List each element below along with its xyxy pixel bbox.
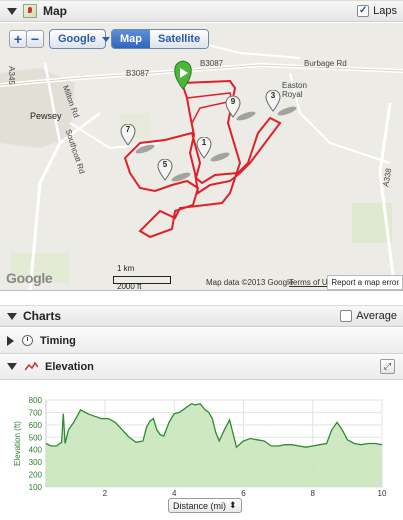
average-toggle[interactable]: Average — [340, 310, 397, 322]
clock-icon — [22, 335, 33, 346]
zoom-in-button[interactable]: + — [9, 30, 27, 48]
scale-ft-label: 2000 ft — [117, 282, 142, 291]
laps-label: Laps — [373, 5, 397, 17]
lap-marker-7[interactable]: 7 — [120, 123, 136, 146]
x-axis-dropdown[interactable]: Distance (mi) ⬍ — [168, 498, 242, 513]
road-label-a345: A345 — [6, 66, 16, 85]
elevation-section-header[interactable]: Elevation ⤢ — [0, 354, 403, 380]
map-road — [378, 102, 397, 290]
map-type-satellite-button[interactable]: Satellite — [150, 30, 209, 48]
y-tick-label: 500 — [29, 433, 43, 442]
place-label-pewsey: Pewsey — [30, 111, 62, 121]
y-tick-label: 600 — [29, 421, 43, 430]
road-label-b3087: B3087 — [126, 69, 150, 78]
road-label-burbage: Burbage Rd — [304, 59, 347, 68]
map-panel-header[interactable]: Map ✓ Laps — [0, 0, 403, 22]
map-icon — [23, 4, 37, 18]
charts-panel-title: Charts — [23, 309, 62, 323]
map-provider-dropdown[interactable]: Google — [49, 29, 110, 49]
route-map[interactable]: 7 5 1 9 3 B3087 B3087 Burbage Rd Easton … — [0, 23, 403, 291]
expand-triangle-icon[interactable] — [7, 335, 14, 346]
lap-marker-label: 3 — [270, 91, 276, 100]
place-label-easton-royal: Easton Royal — [282, 81, 307, 99]
map-provider-value: Google — [58, 33, 96, 45]
y-axis-label: Elevation (ft) — [13, 421, 22, 466]
collapse-triangle-icon[interactable] — [7, 363, 17, 370]
map-panel-title: Map — [43, 4, 67, 18]
chevron-down-icon — [101, 36, 110, 42]
scale-km-label: 1 km — [117, 264, 135, 273]
lap-marker-5[interactable]: 5 — [157, 158, 173, 181]
marker-shadow — [210, 152, 230, 162]
average-checkbox[interactable] — [340, 310, 353, 322]
x-tick-label: 2 — [103, 489, 108, 498]
collapse-triangle-icon[interactable] — [7, 312, 17, 320]
google-logo: Google — [6, 270, 53, 286]
laps-toggle[interactable]: ✓ Laps — [357, 5, 397, 17]
lap-marker-3[interactable]: 3 — [265, 89, 281, 112]
start-marker[interactable] — [174, 60, 192, 90]
x-tick-label: 4 — [172, 489, 177, 498]
lap-marker-label: 7 — [125, 125, 131, 134]
y-tick-label: 200 — [29, 471, 43, 480]
charts-panel-header[interactable]: Charts Average — [0, 305, 403, 327]
y-tick-label: 400 — [29, 446, 43, 455]
zoom-out-button[interactable]: − — [26, 30, 44, 48]
elevation-icon — [25, 361, 38, 371]
average-label: Average — [356, 310, 397, 322]
lap-marker-label: 5 — [162, 160, 168, 169]
elevation-label: Elevation — [45, 360, 94, 373]
timing-section-header[interactable]: Timing — [0, 328, 403, 354]
laps-checkbox[interactable]: ✓ — [357, 5, 370, 17]
y-tick-label: 700 — [29, 408, 43, 417]
collapse-triangle-icon[interactable] — [7, 7, 17, 15]
map-type-toggle: Map Satellite — [111, 29, 210, 49]
lap-marker-1[interactable]: 1 — [196, 136, 212, 159]
y-tick-label: 300 — [29, 458, 43, 467]
timing-label: Timing — [40, 334, 76, 347]
x-axis-label: Distance (mi) — [173, 500, 227, 511]
x-tick-label: 8 — [310, 489, 315, 498]
x-tick-label: 10 — [378, 489, 387, 498]
lap-marker-label: 9 — [230, 97, 236, 106]
y-tick-label: 800 — [29, 396, 43, 405]
expand-chart-button[interactable]: ⤢ — [380, 359, 395, 374]
x-tick-label: 6 — [241, 489, 246, 498]
chevron-updown-icon: ⬍ — [229, 500, 237, 510]
expand-icon: ⤢ — [383, 361, 392, 371]
lap-marker-label: 1 — [201, 138, 207, 147]
lap-marker-9[interactable]: 9 — [225, 95, 241, 118]
map-scale: 1 km 2000 ft — [113, 264, 171, 290]
y-tick-label: 100 — [29, 483, 43, 492]
map-type-map-button[interactable]: Map — [112, 30, 150, 48]
map-road — [199, 42, 301, 59]
report-map-error-link[interactable]: Report a map error — [327, 275, 403, 290]
elevation-chart: 100 200 300 400 500 600 700 800 2 4 6 8 10 Elevation … — [0, 380, 403, 518]
road-label-b3087: B3087 — [200, 59, 224, 68]
map-attribution: Map data ©2013 Google — [206, 278, 294, 287]
